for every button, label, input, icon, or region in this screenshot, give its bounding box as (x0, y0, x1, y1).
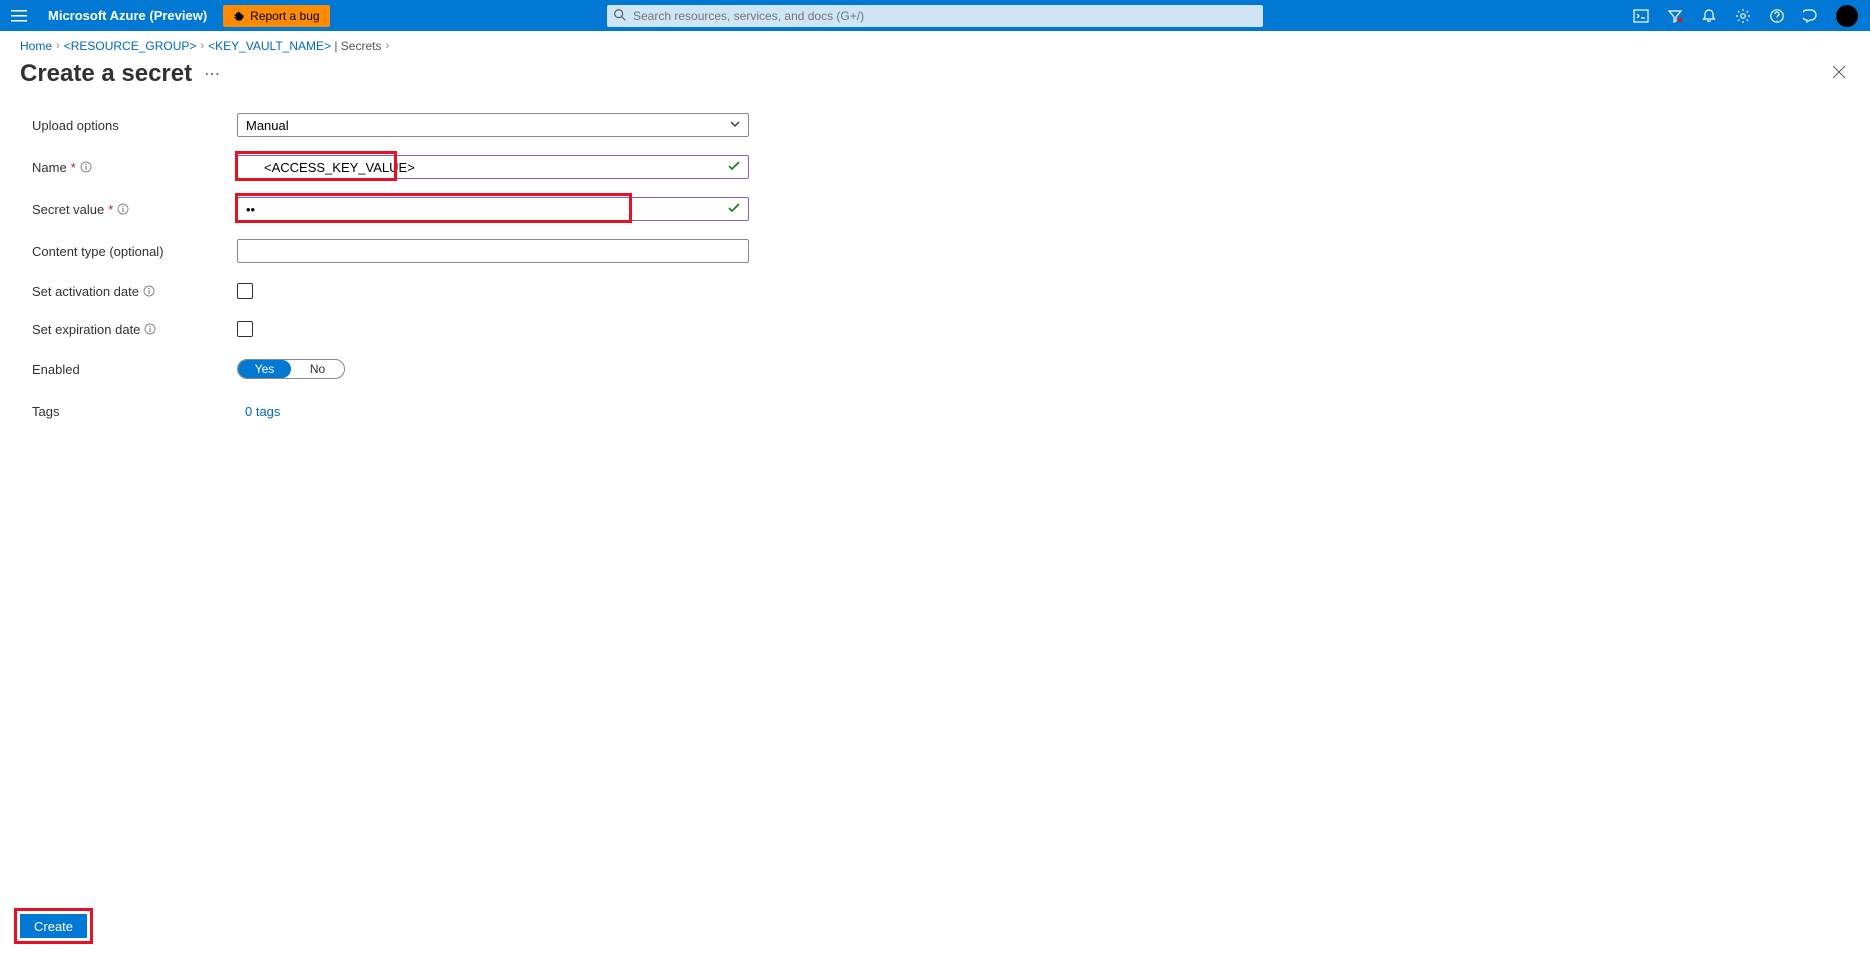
tags-link[interactable]: 0 tags (237, 404, 280, 419)
breadcrumb: Home › <RESOURCE_GROUP> › <KEY_VAULT_NAM… (0, 31, 1870, 57)
help-button[interactable] (1760, 0, 1794, 31)
more-actions-button[interactable]: ⋯ (204, 64, 221, 84)
activation-date-label: Set activation date (32, 284, 139, 299)
search-container (607, 5, 1263, 27)
report-bug-label: Report a bug (250, 9, 319, 23)
enabled-label: Enabled (32, 362, 237, 377)
content-type-label: Content type (optional) (32, 244, 237, 259)
info-icon[interactable] (144, 323, 156, 335)
notifications-button[interactable] (1692, 0, 1726, 31)
help-icon (1769, 8, 1785, 24)
chevron-right-icon: › (200, 40, 204, 52)
gear-icon (1735, 8, 1751, 24)
secret-name-input[interactable] (237, 155, 749, 179)
toggle-no: No (291, 360, 344, 378)
chevron-right-icon: › (385, 40, 389, 52)
enabled-toggle[interactable]: Yes No (237, 359, 345, 379)
create-secret-form: Upload options Name * Secret value * (0, 102, 1870, 448)
breadcrumb-resource-group[interactable]: <RESOURCE_GROUP> (64, 39, 197, 53)
content-type-input[interactable] (237, 239, 749, 263)
check-icon (727, 159, 741, 176)
feedback-icon (1803, 8, 1819, 24)
close-blade-button[interactable] (1828, 59, 1850, 88)
name-label: Name (32, 160, 67, 175)
page-title: Create a secret (20, 60, 192, 88)
info-icon[interactable] (117, 203, 129, 215)
settings-button[interactable] (1726, 0, 1760, 31)
footer-actions: Create (14, 908, 93, 944)
page-header: Create a secret ⋯ (0, 57, 1870, 102)
toggle-yes: Yes (238, 360, 291, 378)
top-right-icons (1624, 0, 1858, 31)
required-asterisk: * (71, 160, 76, 175)
upload-options-select[interactable] (237, 113, 749, 137)
required-asterisk: * (108, 202, 113, 217)
search-icon (613, 8, 627, 25)
secret-value-label: Secret value (32, 202, 104, 217)
secret-value-input[interactable] (237, 197, 749, 221)
report-bug-button[interactable]: Report a bug (223, 5, 329, 27)
top-bar: Microsoft Azure (Preview) Report a bug (0, 0, 1870, 31)
breadcrumb-secrets-suffix[interactable]: | Secrets (331, 39, 381, 53)
expiration-date-label: Set expiration date (32, 322, 140, 337)
chevron-right-icon: › (56, 40, 60, 52)
cloud-shell-button[interactable] (1624, 0, 1658, 31)
breadcrumb-home[interactable]: Home (20, 39, 52, 53)
create-button[interactable]: Create (20, 914, 87, 938)
filter-icon (1667, 8, 1683, 24)
info-icon[interactable] (143, 285, 155, 297)
bug-icon (233, 10, 245, 22)
hamburger-icon (11, 10, 27, 22)
user-avatar[interactable] (1836, 5, 1858, 27)
upload-options-label: Upload options (32, 118, 237, 133)
check-icon (727, 201, 741, 218)
directory-filter-button[interactable] (1658, 0, 1692, 31)
feedback-button[interactable] (1794, 0, 1828, 31)
expiration-date-checkbox[interactable] (237, 321, 253, 337)
brand-label[interactable]: Microsoft Azure (Preview) (48, 8, 207, 23)
cloud-shell-icon (1633, 8, 1649, 24)
breadcrumb-key-vault[interactable]: <KEY_VAULT_NAME> (208, 39, 331, 53)
tags-label: Tags (32, 404, 237, 419)
hamburger-menu-button[interactable] (0, 0, 38, 31)
highlight-box: Create (14, 908, 93, 944)
close-icon (1832, 65, 1846, 79)
info-icon[interactable] (80, 161, 92, 173)
activation-date-checkbox[interactable] (237, 283, 253, 299)
bell-icon (1701, 8, 1717, 24)
global-search-input[interactable] (607, 5, 1263, 27)
